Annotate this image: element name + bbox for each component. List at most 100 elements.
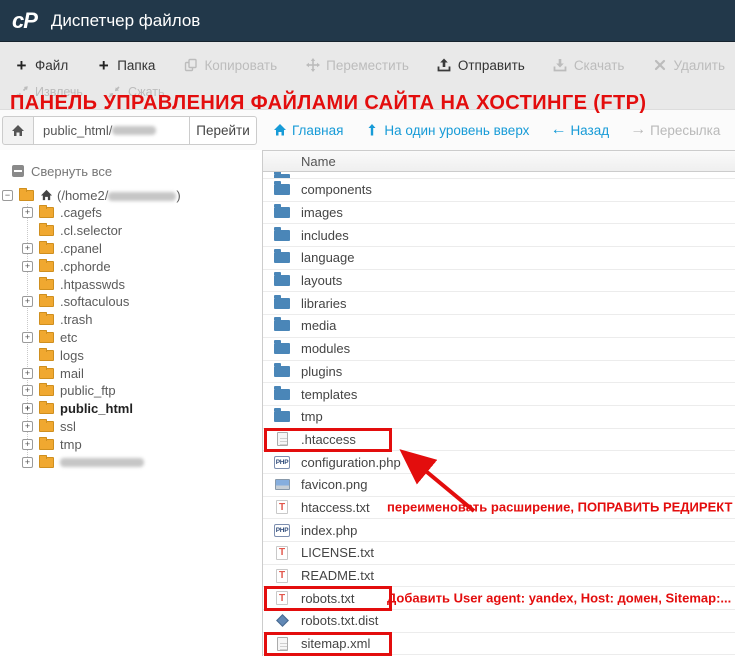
table-row[interactable]: Trobots.txtДобавить User agent: yandex, … — [263, 587, 735, 610]
table-row[interactable]: favicon.png — [263, 474, 735, 497]
table-row[interactable]: Thtaccess.txtпереименовать расширение, П… — [263, 497, 735, 520]
file-name: modules — [301, 341, 350, 356]
table-row[interactable]: libraries — [263, 292, 735, 315]
tree-item-.cpanel[interactable]: +.cpanel — [0, 240, 262, 258]
tree-root-home[interactable]: −(/home2/) — [0, 186, 262, 204]
table-row[interactable]: sitemap.xml — [263, 633, 735, 656]
expand-toggle-icon[interactable]: + — [22, 332, 33, 343]
toolbar-button-extract[interactable]: Извлечь — [14, 85, 83, 100]
expand-toggle-icon[interactable]: + — [22, 403, 33, 414]
table-row[interactable]: .htaccess — [263, 429, 735, 452]
tree-item-tmp[interactable]: +tmp — [0, 435, 262, 453]
table-row[interactable]: media — [263, 315, 735, 338]
toolbar-button-plus[interactable]: +Папка — [96, 58, 155, 73]
nav-link-arrow-right[interactable]: →Пересылка — [631, 123, 720, 138]
folder-icon — [273, 318, 291, 333]
folder-icon — [39, 243, 54, 254]
expand-toggle-icon[interactable]: + — [22, 296, 33, 307]
table-row[interactable]: language — [263, 247, 735, 270]
file-name: plugins — [301, 364, 342, 379]
table-row[interactable]: components — [263, 179, 735, 202]
collapse-toggle-icon[interactable]: − — [2, 190, 13, 201]
tree-item-.trash[interactable]: .trash — [0, 311, 262, 329]
text-file-icon: T — [273, 545, 291, 560]
tree-item-public_ftp[interactable]: + public_ftp — [0, 382, 262, 400]
table-row[interactable]: includes — [263, 224, 735, 247]
tree-item-etc[interactable]: +etc — [0, 329, 262, 347]
tree-item-.cphorde[interactable]: +.cphorde — [0, 257, 262, 275]
expand-toggle-icon[interactable]: + — [22, 368, 33, 379]
pathbar: public_html/ Перейти Главная На один уров… — [0, 110, 735, 150]
toolbar-button-delete[interactable]: Удалить — [652, 58, 725, 73]
toolbar-button-plus[interactable]: +Файл — [14, 58, 68, 73]
folder-icon — [273, 409, 291, 424]
folder-icon — [273, 172, 291, 179]
file-name: favicon.png — [301, 477, 368, 492]
tree-item-label: .htpasswds — [60, 277, 125, 292]
text-file-icon: T — [273, 500, 291, 515]
toolbar-button-copy[interactable]: Копировать — [183, 58, 277, 73]
toolbar-button-compress[interactable]: Сжать — [107, 85, 165, 100]
folder-icon — [273, 341, 291, 356]
toolbar-button-upload[interactable]: Отправить — [437, 58, 525, 73]
table-row[interactable]: TREADME.txt — [263, 565, 735, 588]
expand-toggle-icon[interactable]: + — [22, 207, 33, 218]
path-input-value: public_html/ — [43, 123, 112, 138]
tree-item-label: .cl.selector — [60, 223, 122, 238]
table-row[interactable]: layouts — [263, 270, 735, 293]
nav-link-arrow-left[interactable]: ←Назад — [551, 123, 609, 138]
document-icon — [273, 432, 291, 447]
folder-icon — [273, 273, 291, 288]
nav-link-home-blue[interactable]: Главная — [273, 123, 343, 138]
collapse-all-button[interactable]: Свернуть все — [12, 163, 262, 179]
table-row[interactable]: tmp — [263, 406, 735, 429]
table-row[interactable]: plugins — [263, 361, 735, 384]
table-row[interactable]: TLICENSE.txt — [263, 542, 735, 565]
php-file-icon: PHP — [273, 455, 291, 470]
directory-tree: −(/home2/)+.cagefs.cl.selector+.cpanel+.… — [0, 186, 262, 471]
tree-item-public_html[interactable]: +public_html — [0, 400, 262, 418]
toolbar-button-download[interactable]: Скачать — [553, 58, 625, 73]
path-input[interactable]: public_html/ — [34, 116, 190, 145]
expand-toggle-icon[interactable]: + — [22, 385, 33, 396]
folder-icon — [39, 368, 54, 379]
folder-icon — [39, 207, 54, 218]
toolbar-button-label: Файл — [35, 58, 68, 73]
tree-item-.cagefs[interactable]: +.cagefs — [0, 204, 262, 222]
tree-item-label: .softaculous — [60, 294, 129, 309]
file-name: layouts — [301, 273, 342, 288]
table-row[interactable]: modules — [263, 338, 735, 361]
table-row[interactable]: robots.txt.dist — [263, 610, 735, 633]
go-button[interactable]: Перейти — [190, 116, 257, 145]
compress-icon — [107, 85, 122, 100]
expand-toggle-icon[interactable]: + — [22, 243, 33, 254]
file-rows: components images includes language layouts l… — [263, 179, 735, 655]
path-group: public_html/ Перейти — [2, 116, 257, 145]
expand-toggle-icon[interactable]: + — [22, 457, 33, 468]
expand-toggle-icon[interactable]: + — [22, 439, 33, 450]
expand-toggle-icon[interactable]: + — [22, 421, 33, 432]
toolbar-button-label: Удалить — [673, 58, 725, 73]
tree-item-label: public_ftp — [60, 383, 116, 398]
toolbar-button-label: Сжать — [128, 85, 165, 99]
toolbar-button-label: Переместить — [326, 58, 409, 73]
table-row[interactable]: templates — [263, 383, 735, 406]
table-row[interactable]: PHPindex.php — [263, 519, 735, 542]
nav-link-up-level[interactable]: На один уровень вверх — [365, 123, 529, 138]
table-row[interactable]: PHPconfiguration.php — [263, 451, 735, 474]
table-row[interactable]: images — [263, 202, 735, 225]
tree-item-redacted-domain[interactable]: + — [0, 453, 262, 471]
file-name: language — [301, 250, 355, 265]
home-button[interactable] — [2, 116, 34, 145]
tree-item-.cl.selector[interactable]: .cl.selector — [0, 222, 262, 240]
tree-item-.softaculous[interactable]: + .softaculous — [0, 293, 262, 311]
redacted-path-segment — [112, 126, 156, 135]
tree-item-ssl[interactable]: +ssl — [0, 418, 262, 436]
tree-item-logs[interactable]: logs — [0, 346, 262, 364]
column-header-name[interactable]: Name — [263, 150, 735, 172]
toolbar-button-move[interactable]: Переместить — [305, 58, 409, 73]
expand-toggle-icon[interactable]: + — [22, 261, 33, 272]
tree-item-mail[interactable]: +mail — [0, 364, 262, 382]
file-name: images — [301, 205, 343, 220]
tree-item-.htpasswds[interactable]: .htpasswds — [0, 275, 262, 293]
